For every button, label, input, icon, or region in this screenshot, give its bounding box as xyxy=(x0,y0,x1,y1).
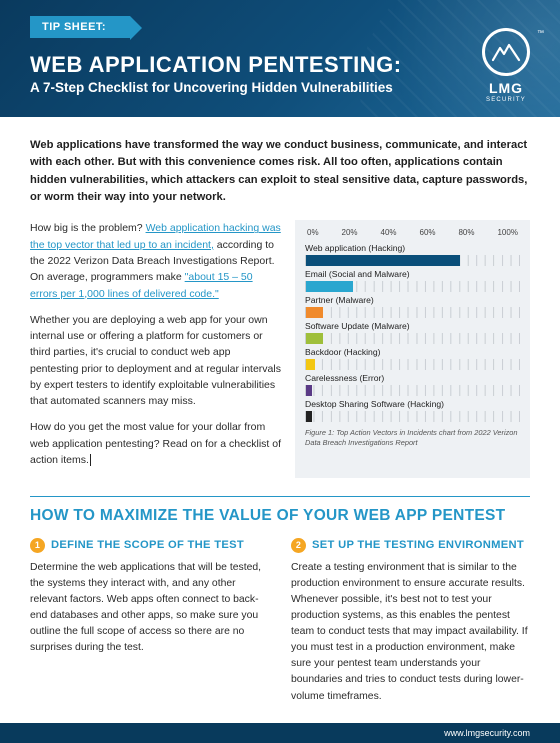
chart-row-label: Backdoor (Hacking) xyxy=(305,347,520,357)
tick: 20% xyxy=(342,228,358,237)
chart-row: Carelessness (Error) xyxy=(305,373,520,396)
section-divider xyxy=(30,496,530,497)
chart-bar xyxy=(306,385,312,396)
chart-row-label: Partner (Malware) xyxy=(305,295,520,305)
brand-sub: SECURITY xyxy=(472,97,540,103)
hero-banner: TIP SHEET: WEB APPLICATION PENTESTING: A… xyxy=(0,0,560,117)
chart-row: Email (Social and Malware) xyxy=(305,269,520,292)
chart-bar xyxy=(306,281,353,292)
footer-url: www.lmgsecurity.com xyxy=(444,728,530,738)
tick: 80% xyxy=(458,228,474,237)
chart-track xyxy=(305,333,520,344)
chart-track xyxy=(305,255,520,266)
tip-sheet-ribbon: TIP SHEET: xyxy=(30,16,130,38)
chart-row-label: Desktop Sharing Software (Hacking) xyxy=(305,399,520,409)
step-2: 2 SET UP THE TESTING ENVIRONMENT Create … xyxy=(291,537,530,704)
chart-row-label: Software Update (Malware) xyxy=(305,321,520,331)
brand-logo: ™ LMG SECURITY xyxy=(472,28,540,103)
chart-row: Software Update (Malware) xyxy=(305,321,520,344)
chart-caption: Figure 1: Top Action Vectors in Incident… xyxy=(305,428,520,448)
page-subtitle: A 7-Step Checklist for Uncovering Hidden… xyxy=(30,80,530,95)
step-body: Determine the web applications that will… xyxy=(30,560,269,657)
chart-bar xyxy=(306,255,460,266)
text-cursor-icon xyxy=(90,454,91,466)
step-number-badge: 1 xyxy=(30,538,45,553)
chart-bar xyxy=(306,411,312,422)
chart-row: Desktop Sharing Software (Hacking) xyxy=(305,399,520,422)
chart-row-label: Carelessness (Error) xyxy=(305,373,520,383)
brand-name: LMG xyxy=(472,80,540,96)
page-footer: www.lmgsecurity.com xyxy=(0,723,560,743)
tick: 40% xyxy=(381,228,397,237)
chart-row: Backdoor (Hacking) xyxy=(305,347,520,370)
step-title: SET UP THE TESTING ENVIRONMENT xyxy=(312,537,524,554)
chart-axis: 0% 20% 40% 60% 80% 100% xyxy=(305,228,520,240)
step-1: 1 DEFINE THE SCOPE OF THE TEST Determine… xyxy=(30,537,269,704)
chart-track xyxy=(305,359,520,370)
chart-bar xyxy=(306,307,323,318)
intro-paragraph: Web applications have transformed the wa… xyxy=(30,137,530,206)
body-text: How big is the problem? Web application … xyxy=(30,220,281,478)
chart-track xyxy=(305,281,520,292)
chart-bar xyxy=(306,333,323,344)
section-title: HOW TO MAXIMIZE THE VALUE OF YOUR WEB AP… xyxy=(30,507,530,525)
chart-track xyxy=(305,385,520,396)
step-number-badge: 2 xyxy=(291,538,306,553)
step-body: Create a testing environment that is sim… xyxy=(291,560,530,705)
body-p2: Whether you are deploying a web app for … xyxy=(30,312,281,410)
tick: 0% xyxy=(307,228,319,237)
chart-row: Web application (Hacking) xyxy=(305,243,520,266)
chart-row: Partner (Malware) xyxy=(305,295,520,318)
tick: 60% xyxy=(420,228,436,237)
chart-row-label: Email (Social and Malware) xyxy=(305,269,520,279)
page-title: WEB APPLICATION PENTESTING: xyxy=(30,52,530,78)
chart-row-label: Web application (Hacking) xyxy=(305,243,520,253)
chart-track xyxy=(305,411,520,422)
chart-top-action-vectors: 0% 20% 40% 60% 80% 100% Web application … xyxy=(295,220,530,478)
chart-bar xyxy=(306,359,315,370)
trademark-icon: ™ xyxy=(537,30,544,37)
body-p1-a: How big is the problem? xyxy=(30,222,146,234)
chart-track xyxy=(305,307,520,318)
tick: 100% xyxy=(497,228,517,237)
body-p3: How do you get the most value for your d… xyxy=(30,421,281,466)
step-title: DEFINE THE SCOPE OF THE TEST xyxy=(51,537,244,554)
mountain-icon xyxy=(482,28,530,76)
